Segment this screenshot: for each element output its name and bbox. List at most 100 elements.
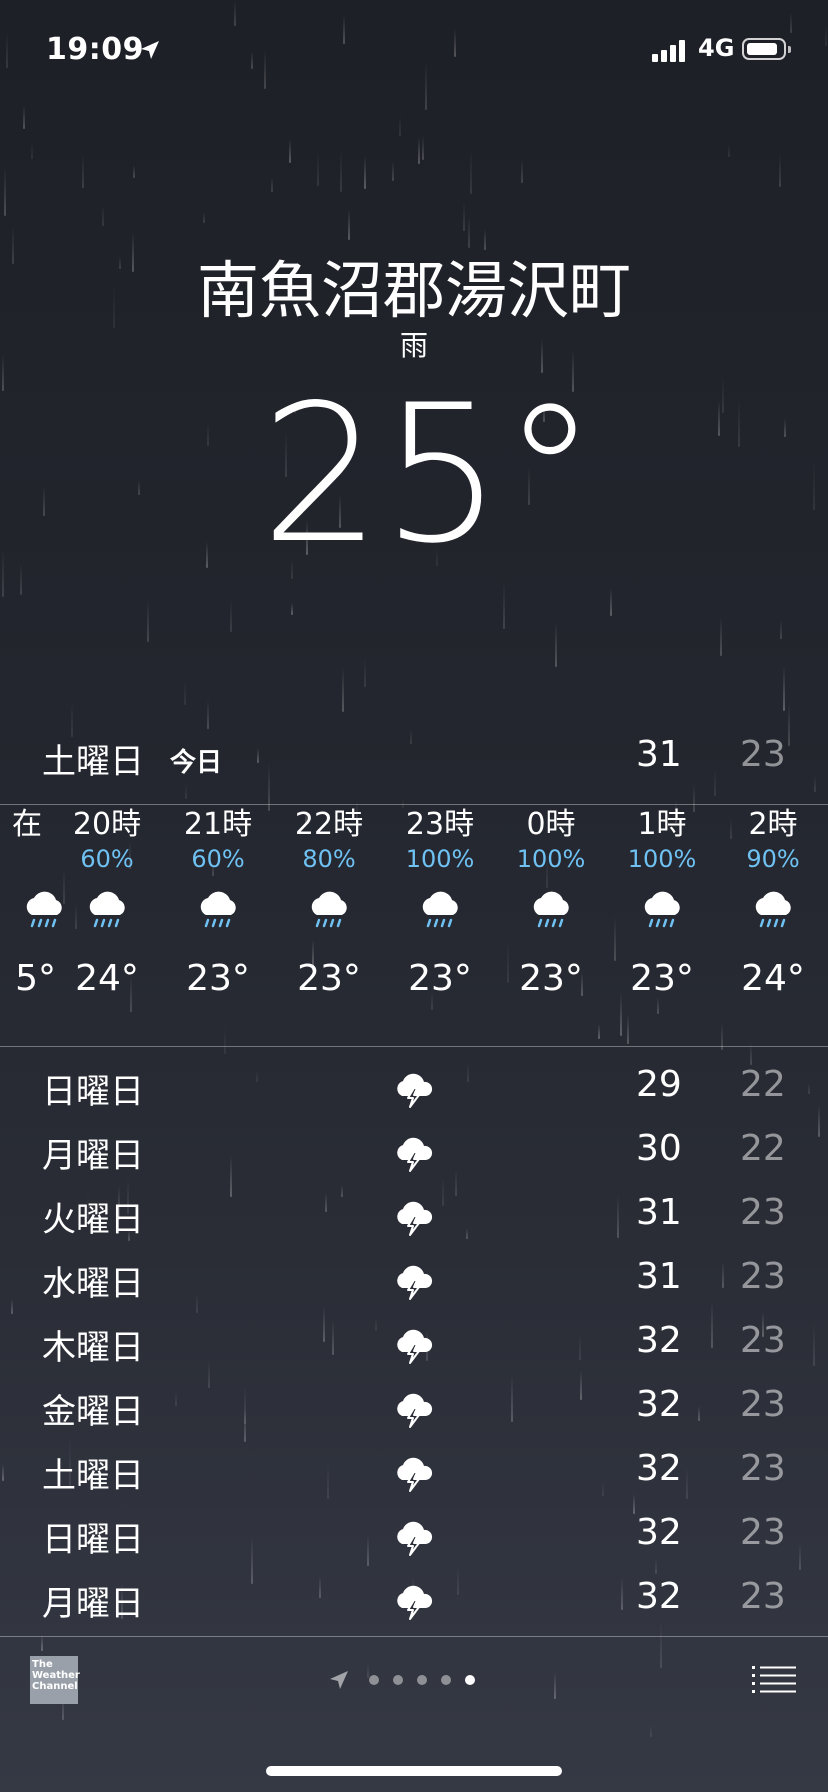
page-indicator[interactable] bbox=[328, 1668, 482, 1692]
page-dot[interactable] bbox=[441, 1675, 451, 1685]
hour-label: 20時 bbox=[72, 807, 142, 842]
rain-streak bbox=[289, 138, 292, 163]
rain-streak bbox=[463, 200, 466, 231]
day-name: 土曜日 bbox=[42, 1456, 144, 1496]
rain-streak bbox=[783, 665, 786, 711]
rain-streak bbox=[207, 699, 210, 729]
weather-channel-logo[interactable]: The Weather Channel bbox=[30, 1656, 80, 1704]
rain-streak bbox=[364, 658, 367, 687]
daily-row: 火曜日 31 23 bbox=[0, 1188, 828, 1252]
day-high: 30 bbox=[636, 1128, 682, 1169]
hour-label: 22時 bbox=[294, 807, 364, 842]
battery-icon bbox=[742, 38, 791, 60]
bottom-toolbar: The Weather Channel bbox=[0, 1638, 828, 1718]
network-type: 4G bbox=[698, 34, 735, 62]
hour-item: 23時 100% 23° bbox=[385, 806, 495, 999]
status-bar: 19:09 4G bbox=[0, 30, 828, 70]
rain-streak bbox=[348, 209, 351, 241]
rain-streak bbox=[503, 580, 506, 629]
day-low: 23 bbox=[740, 1256, 786, 1297]
day-high: 32 bbox=[636, 1320, 682, 1361]
hour-temp: 23° bbox=[408, 958, 472, 999]
thunderstorm-icon bbox=[397, 1073, 433, 1108]
daily-row: 木曜日 32 23 bbox=[0, 1316, 828, 1380]
hourly-forecast[interactable]: 在 5° 20時 60% 24° 21時 60% 23° 22時 80% 23°… bbox=[0, 806, 828, 1046]
divider-bottom bbox=[0, 1636, 828, 1637]
daily-row: 日曜日 29 22 bbox=[0, 1060, 828, 1124]
rain-icon bbox=[607, 874, 717, 944]
rain-streak bbox=[727, 144, 730, 158]
hour-label: 2時 bbox=[748, 807, 798, 842]
thunderstorm-icon bbox=[397, 1265, 433, 1300]
today-day-name: 土曜日 bbox=[42, 742, 144, 782]
rain-streak bbox=[421, 136, 424, 160]
daily-row: 水曜日 31 23 bbox=[0, 1252, 828, 1316]
day-low: 22 bbox=[740, 1064, 786, 1105]
rain-streak bbox=[555, 621, 558, 668]
rain-icon bbox=[385, 874, 495, 944]
hour-label: 21時 bbox=[183, 807, 253, 842]
hour-precip: 90% bbox=[746, 845, 800, 873]
rain-streak bbox=[102, 204, 105, 227]
hour-label: 0時 bbox=[526, 807, 576, 842]
thunderstorm-icon bbox=[397, 1457, 433, 1492]
day-low: 23 bbox=[740, 1576, 786, 1617]
hour-precip: 60% bbox=[80, 845, 134, 873]
hour-item: 22時 80% 23° bbox=[274, 806, 384, 999]
day-name: 水曜日 bbox=[42, 1264, 144, 1304]
location-arrow-icon bbox=[330, 1671, 348, 1689]
hour-precip: 100% bbox=[627, 845, 697, 873]
day-name: 日曜日 bbox=[42, 1072, 144, 1112]
day-high: 32 bbox=[636, 1576, 682, 1617]
today-summary: 土曜日 今日 31 23 bbox=[0, 732, 828, 782]
hour-precip: 100% bbox=[516, 845, 586, 873]
daily-row: 月曜日 30 22 bbox=[0, 1124, 828, 1188]
rain-icon bbox=[52, 874, 162, 944]
page-dot[interactable] bbox=[369, 1675, 379, 1685]
rain-streak bbox=[230, 600, 233, 632]
day-high: 31 bbox=[636, 1192, 682, 1233]
hour-precip: 100% bbox=[405, 845, 475, 873]
home-indicator[interactable] bbox=[266, 1766, 562, 1776]
rain-streak bbox=[147, 598, 150, 643]
day-low: 23 bbox=[740, 1320, 786, 1361]
hour-label: 1時 bbox=[637, 807, 687, 842]
thunderstorm-icon bbox=[397, 1329, 433, 1364]
rain-streak bbox=[290, 603, 293, 616]
divider-top bbox=[0, 804, 828, 805]
rain-icon bbox=[496, 874, 606, 944]
location-arrow-icon bbox=[141, 41, 159, 59]
hour-temp: 24° bbox=[741, 958, 805, 999]
list-icon[interactable] bbox=[752, 1664, 796, 1694]
thunderstorm-icon bbox=[397, 1585, 433, 1620]
rain-streak bbox=[469, 147, 472, 194]
rain-streak bbox=[133, 164, 136, 178]
page-dot[interactable] bbox=[417, 1675, 427, 1685]
rain-streak bbox=[22, 105, 25, 129]
hour-item: 2時 90% 24° bbox=[718, 806, 828, 999]
day-name: 木曜日 bbox=[42, 1328, 144, 1368]
hour-temp: 23° bbox=[519, 958, 583, 999]
daily-row: 日曜日 32 23 bbox=[0, 1508, 828, 1572]
thunderstorm-icon bbox=[397, 1393, 433, 1428]
day-low: 22 bbox=[740, 1128, 786, 1169]
thunderstorm-icon bbox=[397, 1201, 433, 1236]
page-dot[interactable] bbox=[393, 1675, 403, 1685]
page-dot-active[interactable] bbox=[465, 1675, 475, 1685]
rain-streak bbox=[779, 155, 781, 187]
signal-strength-icon bbox=[652, 38, 692, 62]
today-high: 31 bbox=[636, 734, 682, 775]
rain-streak bbox=[418, 136, 421, 165]
today-low: 23 bbox=[740, 734, 786, 775]
rain-icon bbox=[274, 874, 384, 944]
day-high: 32 bbox=[636, 1384, 682, 1425]
rain-streak bbox=[342, 667, 345, 712]
day-high: 32 bbox=[636, 1448, 682, 1489]
day-low: 23 bbox=[740, 1384, 786, 1425]
rain-streak bbox=[340, 149, 343, 192]
day-name: 日曜日 bbox=[42, 1520, 144, 1560]
day-name: 月曜日 bbox=[42, 1136, 144, 1176]
rain-streak bbox=[610, 587, 613, 616]
current-temperature: 25° bbox=[260, 364, 598, 585]
hour-item: 20時 60% 24° bbox=[52, 806, 162, 999]
